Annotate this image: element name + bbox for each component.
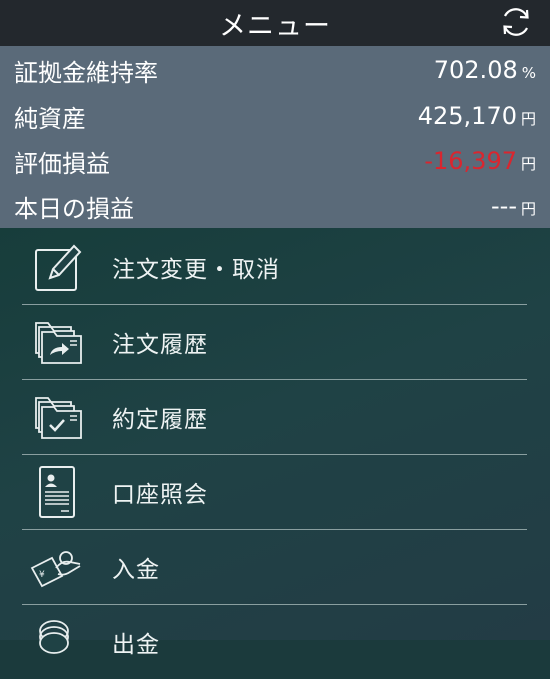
app-header: メニュー <box>0 0 550 46</box>
today-pl-value: --- <box>491 192 517 220</box>
valuation-pl-value: -16,397 <box>424 147 517 175</box>
menu-item-order-modify[interactable]: 注文変更・取消 <box>22 230 527 305</box>
menu-item-label: 約定履歴 <box>112 407 208 433</box>
menu-item-order-history[interactable]: 注文履歴 <box>22 305 527 380</box>
menu-item-label: 注文変更・取消 <box>112 257 280 283</box>
menu-list: 注文変更・取消 注文履歴 約定履歴 口座照会 ¥ 入金 出金 <box>0 228 550 658</box>
menu-item-label: 出金 <box>112 632 160 658</box>
menu-item-label: 入金 <box>112 557 160 583</box>
menu-item-execution-history[interactable]: 約定履歴 <box>22 380 527 455</box>
document-person-icon <box>39 466 75 518</box>
today-pl-unit: 円 <box>520 200 536 218</box>
account-summary: 証拠金維持率 702.08 % 純資産 425,170 円 評価損益 -16,3… <box>0 46 550 228</box>
margin-ratio-unit: % <box>521 64 536 82</box>
page-title: メニュー <box>219 10 331 42</box>
menu-item-account-inquiry[interactable]: 口座照会 <box>22 455 527 530</box>
menu-item-withdraw[interactable]: 出金 <box>22 605 527 679</box>
folder-arrow-icon <box>35 322 82 364</box>
folder-check-icon <box>35 397 82 439</box>
valuation-pl-unit: 円 <box>520 155 536 173</box>
valuation-pl-label: 評価損益 <box>14 149 110 178</box>
withdraw-icon <box>39 620 69 654</box>
margin-ratio-label: 証拠金維持率 <box>14 58 158 87</box>
margin-ratio-row: 証拠金維持率 702.08 % <box>0 47 550 93</box>
svg-text:¥: ¥ <box>39 570 45 580</box>
net-assets-label: 純資産 <box>14 104 86 133</box>
refresh-icon[interactable] <box>496 2 536 42</box>
today-pl-row: 本日の損益 --- 円 <box>0 183 550 229</box>
today-pl-label: 本日の損益 <box>14 194 134 223</box>
deposit-icon: ¥ <box>30 551 81 588</box>
menu-item-deposit[interactable]: ¥ 入金 <box>22 530 527 605</box>
menu-item-label: 口座照会 <box>112 482 208 508</box>
edit-icon <box>35 244 82 291</box>
margin-ratio-value: 702.08 <box>433 56 518 84</box>
menu-item-label: 注文履歴 <box>112 332 208 358</box>
net-assets-row: 純資産 425,170 円 <box>0 93 550 139</box>
net-assets-value: 425,170 <box>417 102 517 130</box>
valuation-pl-row: 評価損益 -16,397 円 <box>0 138 550 184</box>
net-assets-unit: 円 <box>520 110 536 128</box>
